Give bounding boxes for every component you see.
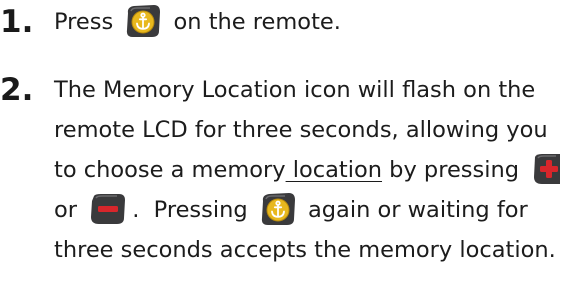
anchor-button-icon [124, 3, 162, 39]
step-2-line-1: The Memory Location icon will flash on t… [54, 77, 536, 103]
step-text: to choose a memory [54, 157, 286, 183]
step-2-line-5: three seconds accepts the memory locatio… [54, 237, 556, 263]
step-2: 2. The Memory Location icon will flash o… [0, 70, 567, 281]
step-number: 2. [0, 72, 34, 108]
minus-button-icon [89, 193, 127, 225]
step-2-line-2: remote LCD for three seconds, allowing y… [54, 117, 548, 143]
step-2-line-3: to choose a memory location by pressing [54, 150, 565, 190]
step-text: again or waiting for [307, 197, 528, 223]
step-number: 1. [0, 4, 34, 40]
step-1: 1. Press on the remote. [0, 2, 567, 46]
step-text: or [54, 197, 78, 223]
anchor-button-icon [259, 191, 297, 227]
plus-button-icon [532, 153, 561, 185]
step-2-line-4: or . Pressing again or waiting for [54, 190, 528, 230]
step-text: Press [54, 9, 114, 35]
step-1-line: Press on the remote. [54, 2, 341, 42]
step-text-underlined: location [285, 157, 383, 183]
instruction-page: 1. Press on the remote. 2. The Memory Lo… [0, 0, 567, 281]
step-text: by pressing [382, 157, 520, 183]
step-text: on the remote. [173, 9, 341, 35]
step-text: . Pressing [132, 197, 248, 223]
